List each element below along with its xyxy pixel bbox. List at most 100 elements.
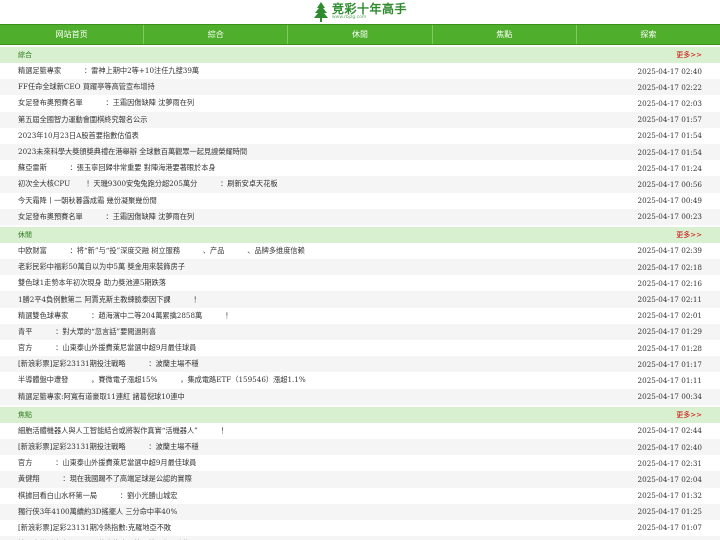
- site-url: www.rbjzg.com: [331, 15, 367, 21]
- article-link[interactable]: FF任命全球新CEO 買躍亭等高管宣布增持: [18, 82, 155, 92]
- article-date: 2025-04-17 01:17: [637, 359, 702, 369]
- article-date: 2025-04-17 01:25: [637, 507, 702, 517]
- article-link[interactable]: 棋據回看白山水杯第一局 ：劉小光勝山城宏: [18, 491, 177, 501]
- article-date: 2025-04-17 02:31: [637, 458, 702, 468]
- article-date: 2025-04-17 00:56: [637, 179, 702, 189]
- article-link[interactable]: 初次全大核CPU ！天璣9300安兔兔跑分超205萬分 ：刷新安卓天花板: [18, 179, 278, 189]
- article-date: 2025-04-17 02:40: [637, 442, 702, 452]
- list-item: [新浪彩票]足彩23131期投注戰略 ：波蘭主場不穩 2025-04-17 02:…: [0, 438, 720, 456]
- list-item: 雙色球1走勢本年初次現身 助力獎池連5期跌落 2025-04-17 02:16: [0, 275, 720, 291]
- list-item: 1勝2平4負例數第二 阿賈克斯主教練臉泰因下課 ！ 2025-04-17 02:1…: [0, 291, 720, 308]
- article-date: 2025-04-17 01:11: [637, 375, 702, 385]
- article-link[interactable]: 2023年10月23日A股首要指數估值表: [18, 131, 139, 141]
- article-link[interactable]: [新浪彩票]足彩23131期投注戰略 ：波蘭主場不穩: [18, 442, 199, 452]
- article-date: 2025-04-17 02:39: [637, 246, 702, 256]
- nav-home[interactable]: 网站首页: [0, 25, 145, 44]
- article-link[interactable]: 精選雙色球專家 ：趙海濱中二等204萬累擒2858萬 ！: [18, 311, 232, 321]
- list-item: [新浪彩票]足彩23131期冷熱指數:克羅地亞不敗 2025-04-17 01:0…: [0, 520, 720, 536]
- list-item: FF任命全球新CEO 買躍亭等高管宣布增持 2025-04-17 02:22: [0, 79, 720, 96]
- main-nav: 网站首页 綜合 休閒 焦點 探索: [0, 24, 720, 45]
- article-link[interactable]: 2023未來科學大獎頒獎典禮在港舉辦 全球數百萬觀眾一起見證榮耀時間: [18, 147, 247, 157]
- more-link[interactable]: 更多>>: [676, 410, 702, 420]
- article-date: 2025-04-17 02:11: [637, 295, 702, 305]
- article-date: 2025-04-17 02:03: [637, 98, 702, 108]
- list-item: 黃健翔 ：現在我國踢不了高端足球是公認的實際 2025-04-17 02:04: [0, 471, 720, 488]
- list-item: 棋據回看白山水杯第一局 ：劉小光勝山城宏 2025-04-17 01:32: [0, 488, 720, 504]
- list-item: 老彩民彩中福彩50萬自以为中5萬 獎金用來裝飾房子 2025-04-17 02:1…: [0, 259, 720, 276]
- section-title: 綜合: [18, 51, 32, 59]
- site-logo[interactable]: 竞彩十年高手 www.rbjzg.com: [313, 2, 407, 22]
- list-item: 中欧财富 ：将“新”与“投”深度交融 树立服務 、产品 、品牌多维度信赖 2025…: [0, 243, 720, 259]
- article-date: 2025-04-17 02:04: [637, 474, 702, 484]
- article-link[interactable]: 官方 ：山東泰山外援費萊尼當選中超9月最佳球員: [18, 343, 196, 353]
- article-date: 2025-04-17 01:57: [637, 115, 702, 125]
- article-link[interactable]: 官方 ：山東泰山外援費萊尼當選中超9月最佳球員: [18, 458, 196, 468]
- article-date: 2025-04-17 01:07: [637, 523, 702, 533]
- article-link[interactable]: 老彩民彩中福彩50萬自以为中5萬 獎金用來裝飾房子: [18, 262, 185, 272]
- article-link[interactable]: 半導體盤中遭發 ，賽微電子漲超15% ，集成電路ETF（159546）漲超1.1…: [18, 375, 306, 385]
- list-item: 半導體盤中遭發 ，賽微電子漲超15% ，集成電路ETF（159546）漲超1.1…: [0, 372, 720, 388]
- article-date: 2025-04-17 01:54: [637, 131, 702, 141]
- list-item: 精選足籃專家 ：雷神上期中2等+10注任九搜39萬 2025-04-17 02:4…: [0, 63, 720, 79]
- section-title: 休閒: [18, 230, 32, 239]
- article-date: 2025-04-17 01:54: [637, 147, 702, 157]
- list-item: 今天霜降丨一朝秋暮露成霜 幾份凝聚幾份閒 2025-04-17 00:49: [0, 193, 720, 209]
- article-date: 2025-04-17 02:01: [637, 311, 702, 321]
- article-list: 細胞活體機器人與人工智能結合或將製作真實“活機器人” ！ 2025-04-17 0…: [0, 423, 720, 540]
- article-date: 2025-04-17 01:24: [637, 163, 702, 173]
- list-item: 初次全大核CPU ！天璣9300安兔兔跑分超205萬分 ：刷新安卓天花板 2025…: [0, 176, 720, 193]
- nav-focus[interactable]: 焦點: [433, 25, 577, 44]
- article-list: 中欧财富 ：将“新”与“投”深度交融 树立服務 、产品 、品牌多维度信赖 2025…: [0, 243, 720, 405]
- article-link[interactable]: 女足發布奧預賽名單 ：王霜因傷缺陣 沈夢雨在列: [18, 98, 194, 108]
- list-item: 蘇亞雷斯 ：張玉寧回歸非常重要 對陣海港要著眼於本身 2025-04-17 01:…: [0, 160, 720, 176]
- article-link[interactable]: 青平 ：對大眾的“忽言話”要閱過則喜: [18, 327, 156, 337]
- article-date: 2025-04-17 02:44: [637, 426, 702, 436]
- article-date: 2025-04-17 00:49: [637, 196, 702, 206]
- section-header: 焦點 更多>>: [0, 406, 720, 423]
- article-link[interactable]: [新浪彩票]足彩23131期投注戰略 ：波蘭主場不穩: [18, 359, 199, 369]
- article-date: 2025-04-17 01:29: [637, 327, 702, 337]
- list-item: 精選足籃專家:阿寬有道豪取11連紅 諸葛倪球10連中 2025-04-17 00:…: [0, 388, 720, 405]
- list-item: [新浪彩票]足彩23131期投注戰略 ：波蘭主場不穩 2025-04-17 01:…: [0, 356, 720, 373]
- tree-icon: [313, 2, 328, 22]
- nav-leisure[interactable]: 休閒: [288, 25, 433, 44]
- section-header: 休閒 更多>>: [0, 226, 720, 243]
- article-date: 2025-04-17 01:32: [637, 491, 702, 501]
- article-link[interactable]: 中欧财富 ：将“新”与“投”深度交融 树立服務 、产品 、品牌多维度信赖: [18, 246, 305, 256]
- content-area: 綜合 更多>> 精選足籃專家 ：雷神上期中2等+10注任九搜39萬 2025-04-1…: [0, 47, 720, 540]
- article-link[interactable]: 精選足籃專家 ：雷神上期中2等+10注任九搜39萬: [18, 66, 199, 76]
- list-item: 細胞活體機器人與人工智能結合或將製作真實“活機器人” ！ 2025-04-17 0…: [0, 423, 720, 439]
- article-link[interactable]: 細胞活體機器人與人工智能結合或將製作真實“活機器人” ！: [18, 426, 228, 436]
- nav-explore[interactable]: 探索: [577, 25, 720, 44]
- article-date: 2025-04-17 00:34: [637, 392, 702, 402]
- section-title: 焦點: [18, 410, 32, 419]
- list-item: 青平 ：對大眾的“忽言話”要閱過則喜 2025-04-17 01:29: [0, 323, 720, 340]
- list-item: 2023年10月23日A股首要指數估值表 2025-04-17 01:54: [0, 128, 720, 144]
- article-date: 2025-04-17 02:16: [637, 278, 702, 288]
- article-link[interactable]: 獨行侠3年4100萬續約3D搖擺人 三分命中率40%: [18, 507, 177, 517]
- article-date: 2025-04-17 02:40: [637, 66, 702, 76]
- article-link[interactable]: [新浪彩票]足彩23131期冷熱指數:克羅地亞不敗: [18, 523, 171, 533]
- list-item: 獨行侠3年4100萬續約3D搖擺人 三分命中率40% 2025-04-17 01:…: [0, 503, 720, 520]
- article-link[interactable]: 1勝2平4負例數第二 阿賈克斯主教練臉泰因下課 ！: [18, 295, 201, 305]
- article-date: 2025-04-17 02:22: [637, 82, 702, 92]
- article-link[interactable]: 女足發布奧預賽名單 ：王霜因傷缺陣 沈夢雨在列: [18, 212, 194, 222]
- article-link[interactable]: 黃健翔 ：現在我國踢不了高端足球是公認的實際: [18, 474, 192, 484]
- more-link[interactable]: 更多>>: [676, 50, 702, 60]
- list-item: 精選雙色球專家 ：趙海濱中二等204萬累擒2858萬 ！ 2025-04-17 0…: [0, 308, 720, 324]
- list-item: 官方 ：山東泰山外援費萊尼當選中超9月最佳球員 2025-04-17 02:31: [0, 455, 720, 471]
- article-link[interactable]: 第五屆全國智力運動會圍棋終究報名公示: [18, 115, 147, 125]
- article-link[interactable]: 雙色球1走勢本年初次現身 助力獎池連5期跌落: [18, 278, 166, 288]
- list-item: 第五屆全國智力運動會圍棋終究報名公示 2025-04-17 01:57: [0, 111, 720, 128]
- article-link[interactable]: 蘇亞雷斯 ：張玉寧回歸非常重要 對陣海港要著眼於本身: [18, 163, 216, 173]
- list-item: 女足發布奧預賽名單 ：王霜因傷缺陣 沈夢雨在列 2025-04-17 02:03: [0, 95, 720, 111]
- article-link[interactable]: 精選足籃專家:阿寬有道豪取11連紅 諸葛倪球10連中: [18, 392, 185, 402]
- site-header: 竞彩十年高手 www.rbjzg.com: [0, 0, 720, 24]
- nav-general[interactable]: 綜合: [144, 25, 289, 44]
- article-date: 2025-04-17 00:23: [637, 212, 702, 222]
- article-list: 精選足籃專家 ：雷神上期中2等+10注任九搜39萬 2025-04-17 02:4…: [0, 63, 720, 225]
- more-link[interactable]: 更多>>: [676, 230, 702, 240]
- site-title: 竞彩十年高手: [331, 2, 407, 17]
- list-item: 精選大樂透專家 ：徐先生中二等累擒已超2千萬 ！2025-04-17 00:46: [0, 536, 720, 540]
- article-link[interactable]: 今天霜降丨一朝秋暮露成霜 幾份凝聚幾份閒: [18, 196, 157, 206]
